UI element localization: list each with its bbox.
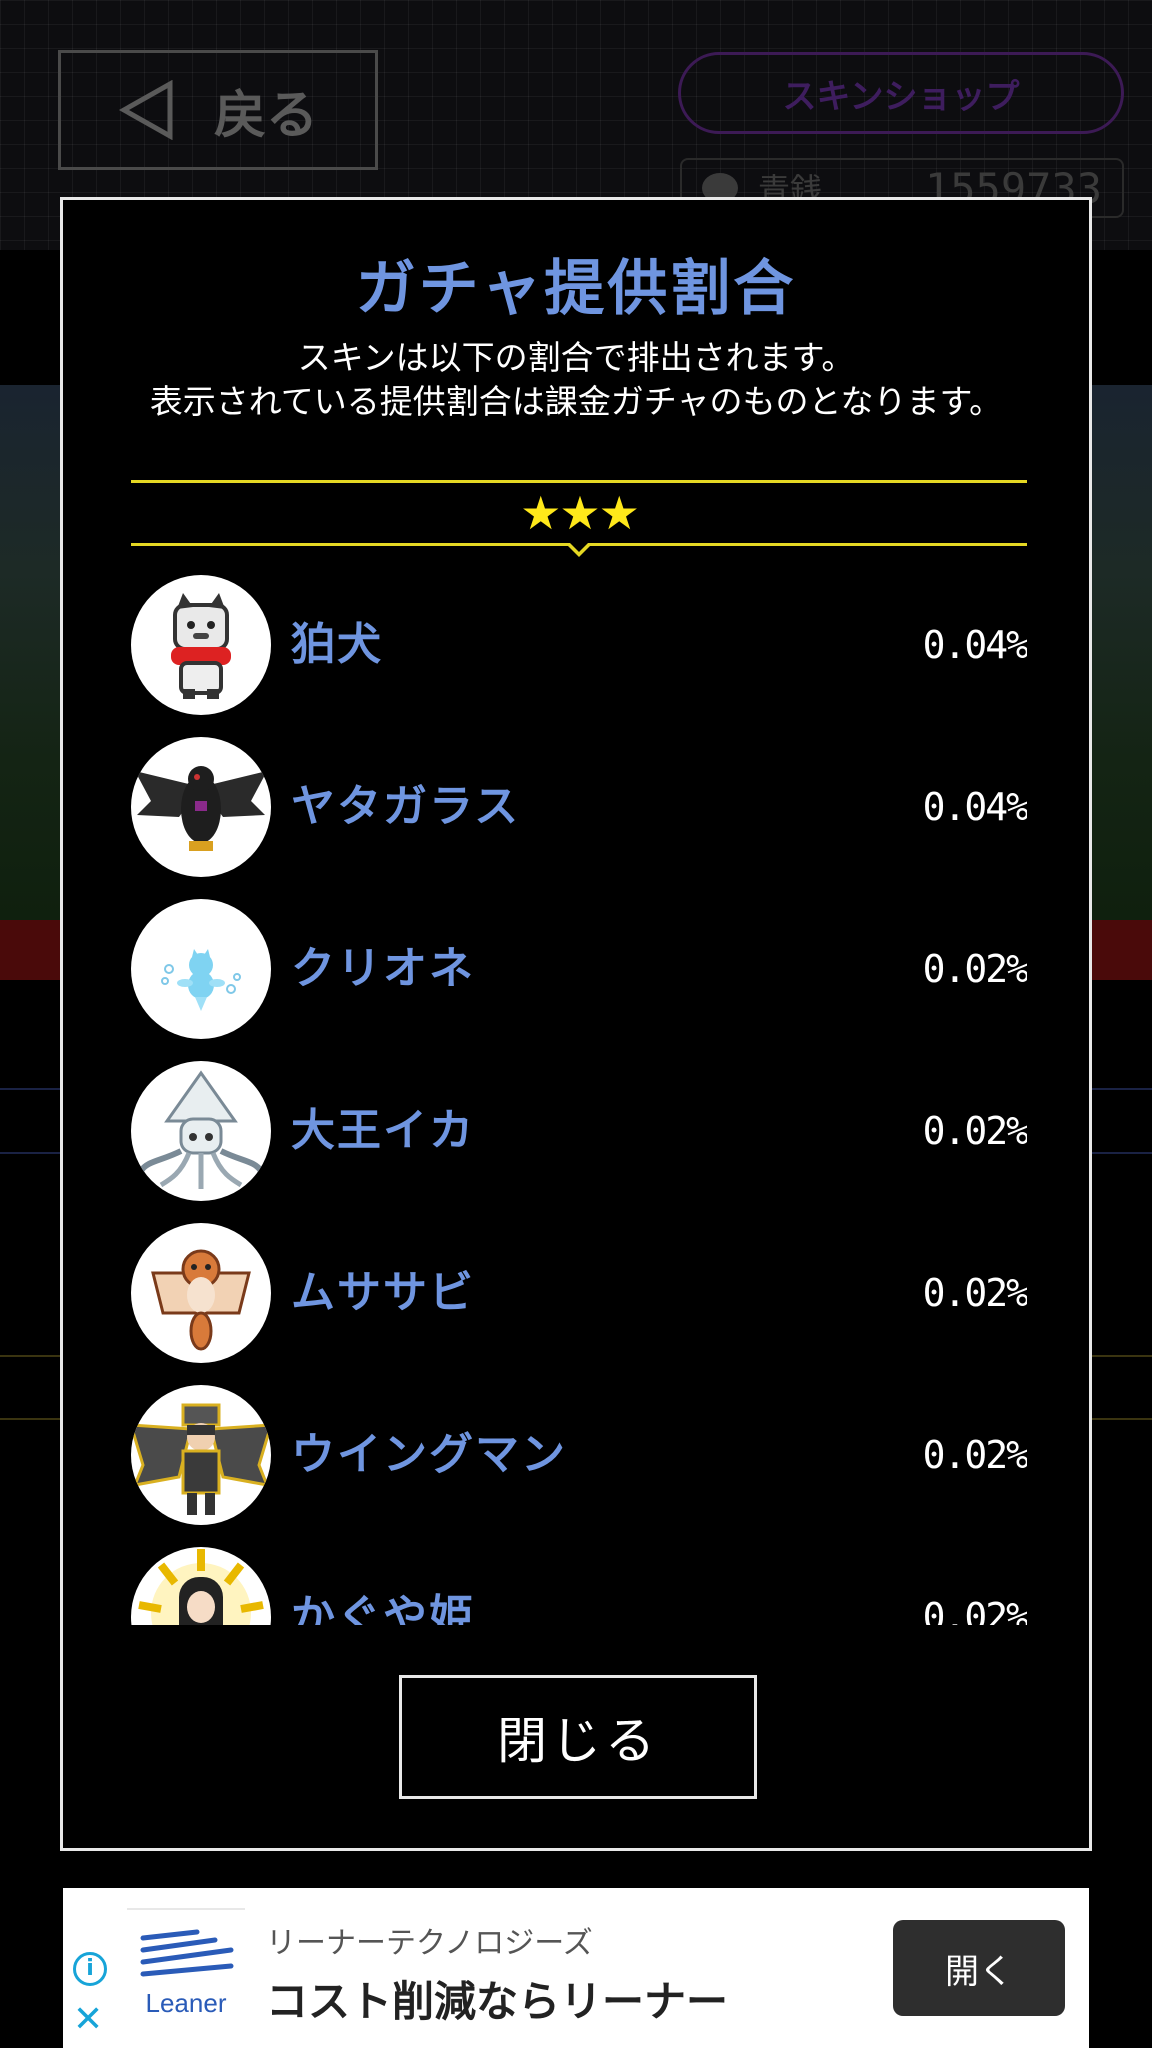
advertiser-logo: Leaner xyxy=(127,1908,245,2030)
skin-name: ウイングマン xyxy=(291,1429,567,1480)
skin-rate: 0.02% xyxy=(922,1271,1027,1315)
back-label: 戻る xyxy=(213,85,318,146)
list-item: 狛犬 0.04% xyxy=(131,575,1027,715)
description-line-2: 表示されている提供割合は課金ガチャのものとなります。 xyxy=(149,382,1003,421)
rarity-stars: ★★★ xyxy=(520,486,640,540)
list-item: かぐや姫 0.02% xyxy=(131,1547,1027,1625)
clione-icon xyxy=(131,899,271,1039)
info-icon[interactable]: i xyxy=(73,1952,107,1986)
ad-open-button[interactable]: 開く xyxy=(893,1920,1065,2016)
skin-rate: 0.02% xyxy=(922,1595,1027,1625)
kaguya-hime-icon xyxy=(131,1547,271,1625)
modal-title: ガチャ提供割合 xyxy=(355,254,797,324)
skin-name: 狛犬 xyxy=(291,619,383,670)
skin-rate: 0.04% xyxy=(922,785,1027,829)
description-line-1: スキンは以下の割合で排出されます。 xyxy=(297,338,855,377)
modal-description: スキンは以下の割合で排出されます。 表示されている提供割合は課金ガチャのものとな… xyxy=(63,336,1089,424)
ad-headline: コスト削減ならリーナー xyxy=(266,1977,729,2026)
ad-open-label: 開く xyxy=(945,1951,1013,1992)
giant-squid-icon xyxy=(131,1061,271,1201)
list-item: 大王イカ 0.02% xyxy=(131,1061,1027,1201)
rarity-header: ★★★ xyxy=(131,480,1027,560)
skin-shop-button[interactable]: スキンショップ xyxy=(678,52,1124,134)
close-icon[interactable]: ✕ xyxy=(73,2000,103,2040)
gacha-rates-modal: ガチャ提供割合 スキンは以下の割合で排出されます。 表示されている提供割合は課金… xyxy=(60,197,1092,1851)
list-item: クリオネ 0.02% xyxy=(131,899,1027,1039)
skin-name: かぐや姫 xyxy=(291,1591,475,1625)
skin-rate-list[interactable]: 狛犬 0.04% ヤタガラス 0.04% クリオネ 0.02% 大王イカ 0.0… xyxy=(131,575,1027,1625)
skin-name: 大王イカ xyxy=(291,1105,475,1156)
skin-rate: 0.02% xyxy=(922,1433,1027,1477)
skin-rate: 0.04% xyxy=(922,623,1027,667)
back-arrow-icon xyxy=(118,80,173,140)
yatagarasu-icon xyxy=(131,737,271,877)
skin-rate: 0.02% xyxy=(922,1109,1027,1153)
close-button[interactable]: 閉じる xyxy=(399,1675,757,1799)
ad-banner[interactable]: i ✕ Leaner リーナーテクノロジーズ コスト削減ならリーナー 開く xyxy=(63,1888,1089,2048)
skin-name: ヤタガラス xyxy=(291,781,521,832)
komainu-icon xyxy=(131,575,271,715)
wingman-icon xyxy=(131,1385,271,1525)
leaner-logo-icon xyxy=(140,1929,234,1977)
list-item: ヤタガラス 0.04% xyxy=(131,737,1027,877)
skin-name: クリオネ xyxy=(291,943,475,994)
skin-shop-label: スキンショップ xyxy=(782,76,1020,117)
skin-rate: 0.02% xyxy=(922,947,1027,991)
list-item: ムササビ 0.02% xyxy=(131,1223,1027,1363)
close-label: 閉じる xyxy=(497,1712,659,1770)
back-button[interactable]: 戻る xyxy=(58,50,378,170)
ad-brand: Leaner xyxy=(145,1988,227,2018)
flying-squirrel-icon xyxy=(131,1223,271,1363)
ad-advertiser: リーナーテクノロジーズ xyxy=(266,1926,593,1961)
skin-name: ムササビ xyxy=(291,1267,475,1318)
list-item: ウイングマン 0.02% xyxy=(131,1385,1027,1525)
